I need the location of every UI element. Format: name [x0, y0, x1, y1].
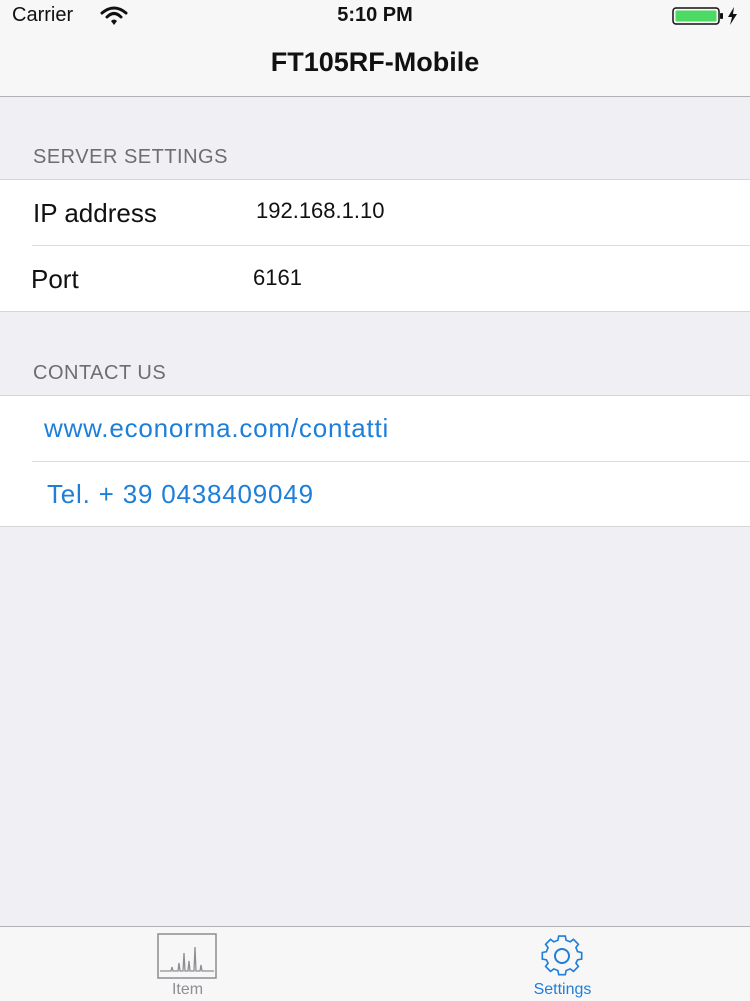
phone-link[interactable]: Tel. + 39 0438409049	[47, 479, 314, 510]
tab-item-label: Item	[171, 981, 204, 998]
tab-settings-label: Settings	[533, 981, 592, 998]
gear-icon	[541, 935, 583, 976]
server-settings-group: IP address 192.168.1.10 Port 6161	[0, 179, 750, 312]
ip-address-field[interactable]: 192.168.1.10	[256, 198, 384, 224]
phone-row[interactable]: Tel. + 39 0438409049	[0, 462, 750, 527]
tab-settings[interactable]: Settings	[375, 927, 750, 1001]
website-link[interactable]: www.econorma.com/contatti	[44, 413, 389, 444]
page-title: FT105RF-Mobile	[270, 47, 480, 77]
port-field[interactable]: 6161	[253, 265, 302, 291]
status-bar: Carrier 5:10 PM	[0, 0, 750, 30]
section-header-contact-us: CONTACT US	[33, 362, 167, 384]
tab-item[interactable]: Item	[0, 927, 375, 1001]
ip-address-label: IP address	[33, 198, 157, 228]
navigation-bar: FT105RF-Mobile	[0, 30, 750, 97]
website-row[interactable]: www.econorma.com/contatti	[0, 396, 750, 461]
spectrum-chart-icon	[157, 933, 217, 979]
status-time: 5:10 PM	[337, 4, 413, 26]
section-header-server-settings: SERVER SETTINGS	[33, 146, 228, 168]
ip-address-row[interactable]: IP address 192.168.1.10	[0, 180, 750, 245]
port-label: Port	[31, 264, 79, 294]
tab-bar: Item Settings	[0, 926, 750, 1001]
contact-group: www.econorma.com/contatti Tel. + 39 0438…	[0, 395, 750, 527]
port-row[interactable]: Port 6161	[0, 246, 750, 311]
battery-charging-icon	[672, 7, 737, 25]
